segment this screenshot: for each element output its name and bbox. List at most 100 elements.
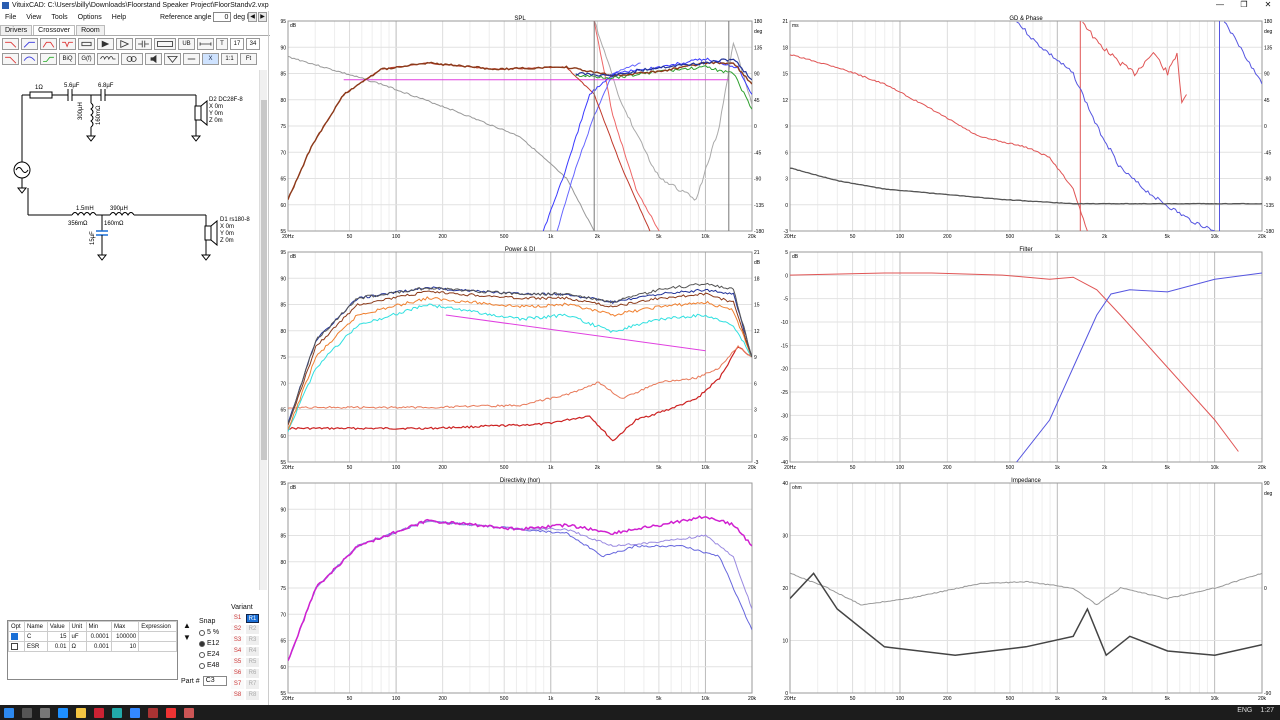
vituixcad-icon[interactable] xyxy=(184,707,194,718)
crossover-schematic[interactable]: 1Ω 5.6µF 6.8µF 300µH 160mΩ D2 DC28F-8 X … xyxy=(0,70,262,590)
variant-recall-button[interactable]: R8 xyxy=(246,691,259,700)
spl-plot[interactable]: SPL dB deg 95 90 85 80 75 70 65 60 55 180 135 90 45 0 -45… xyxy=(272,13,768,241)
variant-recall-button[interactable]: R3 xyxy=(246,636,259,645)
snap-option[interactable]: 5 % xyxy=(199,627,229,638)
variant-recall-button[interactable]: R6 xyxy=(246,669,259,678)
variant-save-button[interactable]: S1 xyxy=(231,614,244,623)
variant-recall-button[interactable]: R1 xyxy=(246,614,259,623)
reference-angle-input[interactable]: 0 xyxy=(213,12,232,22)
opamp-icon[interactable] xyxy=(97,38,114,50)
cell-min[interactable]: 0.0001 xyxy=(85,631,112,642)
start-icon[interactable] xyxy=(4,707,14,718)
variant-recall-button[interactable]: R2 xyxy=(246,625,259,634)
capacitor-icon[interactable] xyxy=(135,38,152,50)
cell-value[interactable]: 0.01 xyxy=(46,641,70,652)
buffer-icon[interactable] xyxy=(116,38,133,50)
ub-button[interactable]: UB xyxy=(178,38,195,50)
variant-save-button[interactable]: S3 xyxy=(231,636,244,645)
variant-recall-button[interactable]: R4 xyxy=(246,647,259,656)
cell-value[interactable]: 15 xyxy=(46,631,70,642)
filter-plot[interactable]: Filter dB 5 0 -5 -10 -15 -20 -25 -30 -35 -40 20Hz 50 1… xyxy=(774,244,1278,472)
fit-button[interactable]: Ft xyxy=(240,53,257,65)
scrollbar-thumb[interactable] xyxy=(261,100,267,460)
directivity-plot[interactable]: Directivity (hor) dB 95 90 85 80 75 70 65 60 55 20H… xyxy=(272,475,768,703)
prev-angle-button[interactable]: ◀ xyxy=(248,12,257,22)
clock[interactable]: 1:27 xyxy=(1260,707,1274,714)
tab-drivers[interactable]: Drivers xyxy=(0,25,33,35)
lowpass-red-icon[interactable] xyxy=(2,38,19,50)
resistor-icon[interactable] xyxy=(78,38,95,50)
value-34[interactable]: 34 xyxy=(246,38,260,50)
variant-save-button[interactable]: S7 xyxy=(231,680,244,689)
menu-view[interactable]: View xyxy=(21,14,46,21)
explorer-icon[interactable] xyxy=(76,707,86,718)
table-row[interactable]: ESR 0.01 Ω 0.001 10 xyxy=(8,641,177,652)
wire-icon[interactable] xyxy=(154,38,176,50)
bandpass-red-icon[interactable] xyxy=(40,38,57,50)
variant-save-button[interactable]: S6 xyxy=(231,669,244,678)
variant-save-button[interactable]: S8 xyxy=(231,691,244,700)
shelf-green-icon[interactable] xyxy=(40,53,57,65)
language-indicator[interactable]: ENG xyxy=(1237,707,1252,714)
notch-red-icon[interactable] xyxy=(59,38,76,50)
maximize-button[interactable]: ❐ xyxy=(1232,0,1256,9)
menu-tools[interactable]: Tools xyxy=(46,14,72,21)
minus-icon[interactable] xyxy=(183,53,200,65)
menu-file[interactable]: File xyxy=(0,14,21,21)
menu-help[interactable]: Help xyxy=(107,14,131,21)
variant-save-button[interactable]: S4 xyxy=(231,647,244,656)
cell-max[interactable]: 10 xyxy=(110,641,140,652)
cell-min[interactable]: 0.001 xyxy=(85,641,112,652)
variant-save-button[interactable]: S5 xyxy=(231,658,244,667)
y-tick-right: 45 xyxy=(1264,98,1270,104)
biq-button[interactable]: BiQ xyxy=(59,53,76,65)
connect-icon[interactable] xyxy=(197,38,214,50)
value-17[interactable]: 17 xyxy=(230,38,244,50)
power-di-plot[interactable]: Power & DI dB dB 95 90 85 80 75 70 65 60 55 21 18 15 12… xyxy=(272,244,768,472)
opt-checkbox[interactable] xyxy=(11,632,18,640)
cell-expression[interactable] xyxy=(138,641,177,652)
driver-icon[interactable] xyxy=(145,53,162,65)
lowpass2-red-icon[interactable] xyxy=(2,53,19,65)
app-icon-2[interactable] xyxy=(112,707,122,718)
cell-max[interactable]: 100000 xyxy=(110,631,140,642)
scale-button[interactable]: 1:1 xyxy=(221,53,238,65)
schematic-scrollbar[interactable] xyxy=(259,70,267,590)
variant-save-button[interactable]: S2 xyxy=(231,625,244,634)
menu-options[interactable]: Options xyxy=(73,14,107,21)
search-icon[interactable] xyxy=(22,707,32,718)
table-row[interactable]: C 15 uF 0.0001 100000 xyxy=(8,631,177,642)
next-angle-button[interactable]: ▶ xyxy=(258,12,267,22)
minimize-button[interactable]: — xyxy=(1208,0,1232,9)
gs-button[interactable]: G(f) xyxy=(78,53,95,65)
t-button[interactable]: T xyxy=(216,38,228,50)
edge-icon[interactable] xyxy=(58,707,68,718)
tab-crossover[interactable]: Crossover xyxy=(33,25,76,35)
x-button[interactable]: X xyxy=(202,53,219,65)
taskview-icon[interactable] xyxy=(40,707,50,718)
allpass-blue-icon[interactable] xyxy=(21,53,38,65)
snap-option[interactable]: E24 xyxy=(199,649,229,660)
app-icon-5[interactable] xyxy=(166,707,176,718)
gd-phase-plot[interactable]: GD & Phase ms deg 21 18 15 12 9 6 3 0 -3 180 135 90 45 0… xyxy=(774,13,1278,241)
move-down-icon[interactable]: ▼ xyxy=(183,632,193,644)
app-icon-3[interactable] xyxy=(130,707,140,718)
impedance-plot[interactable]: Impedance ohm deg 40 30 20 10 0 90 0 -90 20Hz 50 100 2… xyxy=(774,475,1278,703)
cell-expression[interactable] xyxy=(138,631,177,642)
inductor-icon[interactable] xyxy=(97,53,119,65)
app-icon-1[interactable] xyxy=(94,707,104,718)
snap-option[interactable]: E12 xyxy=(199,638,229,649)
highpass-blue-icon[interactable] xyxy=(21,38,38,50)
snap-option[interactable]: E48 xyxy=(199,660,229,671)
app-icon-4[interactable] xyxy=(148,707,158,718)
variant-recall-button[interactable]: R5 xyxy=(246,658,259,667)
close-button[interactable]: ✕ xyxy=(1256,0,1280,9)
part-number-input[interactable]: C3 xyxy=(202,676,227,686)
variant-recall-button[interactable]: R7 xyxy=(246,680,259,689)
move-up-icon[interactable]: ▲ xyxy=(183,620,193,632)
x-tick: 200 xyxy=(438,465,447,471)
opt-checkbox[interactable] xyxy=(11,642,18,650)
ground-icon[interactable] xyxy=(164,53,181,65)
tab-room[interactable]: Room xyxy=(76,25,105,35)
transformer-icon[interactable] xyxy=(121,53,143,65)
